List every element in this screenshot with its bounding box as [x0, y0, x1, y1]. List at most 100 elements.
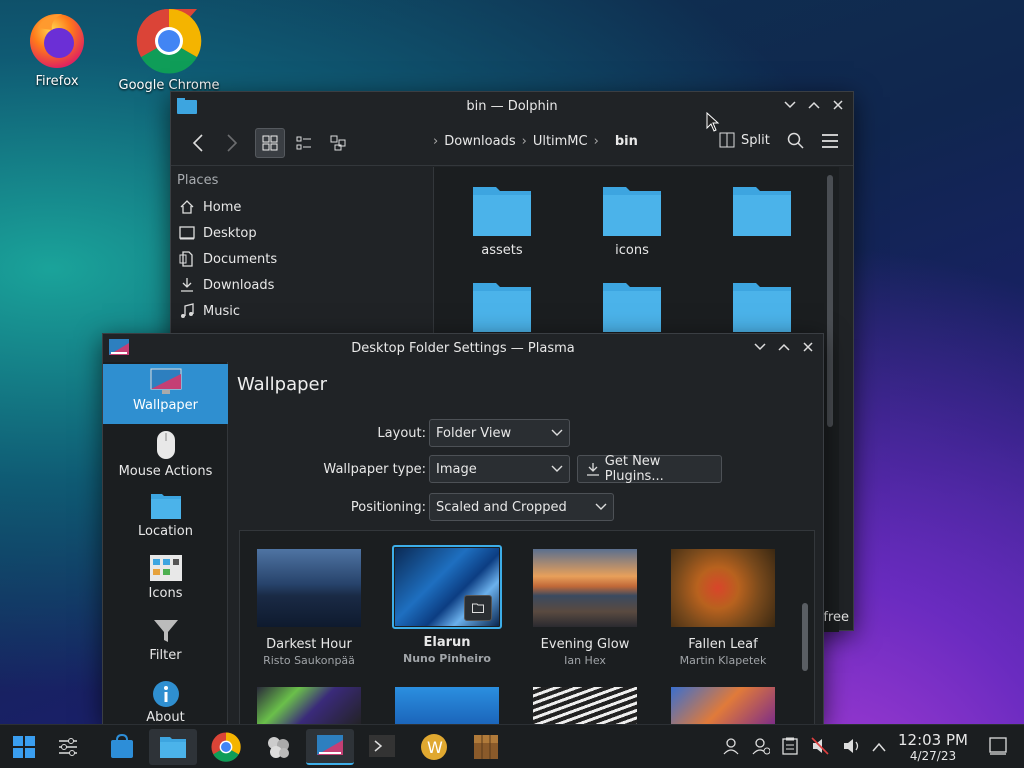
category-location[interactable]: Location	[103, 492, 228, 539]
user-switch-icon[interactable]	[752, 737, 770, 755]
sidebar-item-documents[interactable]: Documents	[171, 246, 433, 272]
vertical-scrollbar[interactable]	[827, 175, 833, 427]
menu-button[interactable]	[821, 134, 839, 152]
wallpaper-type-select[interactable]: Image	[429, 455, 570, 483]
breadcrumb-item-ultimmc[interactable]: UltimMC	[533, 134, 588, 149]
folder-icon[interactable]	[602, 279, 662, 333]
sliders-icon	[59, 738, 77, 756]
clock[interactable]: 12:03 PM 4/27/23	[896, 731, 970, 763]
taskbar-ultimmc[interactable]: W	[410, 729, 458, 765]
window-title: bin — Dolphin	[466, 98, 558, 114]
user-icon[interactable]	[722, 737, 740, 755]
split-label: Split	[741, 132, 770, 148]
taskbar-discover[interactable]	[98, 729, 146, 765]
folder-icon	[150, 494, 181, 519]
dolphin-titlebar[interactable]: bin — Dolphin	[171, 92, 853, 120]
audio-muted-icon[interactable]	[811, 737, 829, 755]
wallpaper-tile-evening-glow[interactable]: Evening Glow Ian Hex	[520, 549, 650, 667]
chevron-up-icon[interactable]	[872, 742, 886, 752]
folder-item[interactable]	[712, 183, 812, 243]
layout-select[interactable]: Folder View	[429, 419, 570, 447]
mouse-icon	[156, 431, 175, 459]
wallpaper-thumbnail[interactable]	[257, 687, 361, 725]
windows-start-icon	[13, 736, 35, 758]
folder-icon[interactable]	[472, 279, 532, 333]
chrome-icon	[136, 8, 202, 74]
breadcrumb-item-downloads[interactable]: Downloads	[444, 134, 515, 149]
wallpaper-tile-fallen-leaf[interactable]: Fallen Leaf Martin Klapetek	[658, 549, 788, 667]
wallpaper-type-label: Wallpaper type:	[323, 462, 426, 477]
taskbar-chrome[interactable]	[202, 729, 250, 765]
folder-item[interactable]: assets	[452, 183, 552, 258]
sidebar-item-home[interactable]: Home	[171, 194, 433, 220]
wallpaper-thumbnail[interactable]	[671, 687, 775, 725]
close-button[interactable]	[799, 338, 817, 356]
wallpaper-tile-elarun[interactable]: Elarun Nuno Pinheiro	[382, 545, 512, 665]
category-filter[interactable]: Filter	[103, 618, 228, 663]
volume-icon[interactable]	[842, 737, 862, 755]
wallpaper-name: Darkest Hour	[266, 637, 352, 652]
minimize-button[interactable]	[751, 338, 769, 356]
layout-label: Layout:	[377, 426, 426, 441]
icons-view-button[interactable]	[255, 128, 285, 158]
wallpaper-name: Evening Glow	[540, 637, 630, 652]
category-icons[interactable]: Icons	[103, 554, 228, 601]
taskbar-desktop-settings[interactable]	[306, 729, 354, 765]
get-new-plugins-button[interactable]: Get New Plugins...	[577, 454, 722, 484]
plasma-settings-icon	[109, 339, 129, 355]
category-label: Mouse Actions	[118, 464, 213, 479]
chevron-up-icon	[808, 101, 820, 109]
clipboard-icon[interactable]	[782, 737, 798, 755]
maximize-button[interactable]	[775, 338, 793, 356]
taskbar-konsole[interactable]	[358, 729, 406, 765]
folder-name: assets	[481, 243, 523, 258]
settings-titlebar[interactable]: Desktop Folder Settings — Plasma	[103, 334, 823, 362]
wallpaper-author: Risto Saukonpää	[263, 654, 355, 667]
sidebar-item-label: Music	[203, 303, 240, 319]
start-menu-button[interactable]	[0, 729, 48, 765]
desktop-icon-firefox[interactable]: Firefox	[2, 8, 112, 89]
breadcrumb-separator-icon: ›	[521, 134, 527, 149]
desktop-icon-chrome[interactable]: Google Chrome	[114, 8, 224, 93]
folder-icon[interactable]	[732, 279, 792, 333]
details-view-button[interactable]	[289, 128, 319, 158]
layout-value: Folder View	[436, 425, 512, 441]
folder-item[interactable]: icons	[582, 183, 682, 258]
desktop-folder-settings-window: Desktop Folder Settings — Plasma Wallpap…	[102, 333, 824, 726]
vertical-scrollbar[interactable]	[802, 603, 808, 671]
forward-button[interactable]	[217, 128, 247, 158]
taskbar-dolphin[interactable]	[149, 729, 197, 765]
dolphin-toolbar: › Downloads › UltimMC › bin Split	[171, 120, 853, 166]
tree-view-button[interactable]	[323, 128, 353, 158]
split-view-icon	[719, 132, 735, 148]
category-about[interactable]: About	[103, 680, 228, 725]
taskbar-minecraft[interactable]	[462, 729, 510, 765]
category-mouse-actions[interactable]: Mouse Actions	[103, 430, 228, 479]
wallpaper-tile-darkest-hour[interactable]: Darkest Hour Risto Saukonpää	[244, 549, 374, 667]
sidebar-item-downloads[interactable]: Downloads	[171, 272, 433, 298]
close-button[interactable]	[829, 96, 847, 114]
wallpaper-name: Elarun	[423, 635, 471, 650]
split-button[interactable]: Split	[719, 132, 770, 148]
minimize-button[interactable]	[781, 96, 799, 114]
sidebar-item-desktop[interactable]: Desktop	[171, 220, 433, 246]
open-folder-button[interactable]	[464, 595, 492, 621]
taskbar-settings[interactable]	[44, 729, 92, 765]
search-button[interactable]	[787, 132, 805, 154]
folder-icon	[603, 187, 661, 236]
back-button[interactable]	[183, 128, 213, 158]
settings-content: Wallpaper Layout: Folder View Wallpaper …	[229, 362, 823, 726]
folder-icon	[473, 187, 531, 236]
category-wallpaper[interactable]: Wallpaper	[103, 364, 228, 424]
sidebar-item-music[interactable]: Music	[171, 298, 433, 324]
wallpaper-thumbnail[interactable]	[533, 687, 637, 725]
category-label: Filter	[149, 648, 182, 663]
positioning-select[interactable]: Scaled and Cropped	[429, 493, 614, 521]
firefox-icon	[30, 14, 84, 68]
breadcrumb-item-bin[interactable]: bin	[615, 134, 638, 149]
wallpaper-thumbnail[interactable]	[395, 687, 499, 725]
maximize-button[interactable]	[805, 96, 823, 114]
taskbar-activities[interactable]	[254, 729, 302, 765]
show-desktop-icon[interactable]	[989, 737, 1007, 755]
sidebar-item-label: Desktop	[203, 225, 257, 241]
